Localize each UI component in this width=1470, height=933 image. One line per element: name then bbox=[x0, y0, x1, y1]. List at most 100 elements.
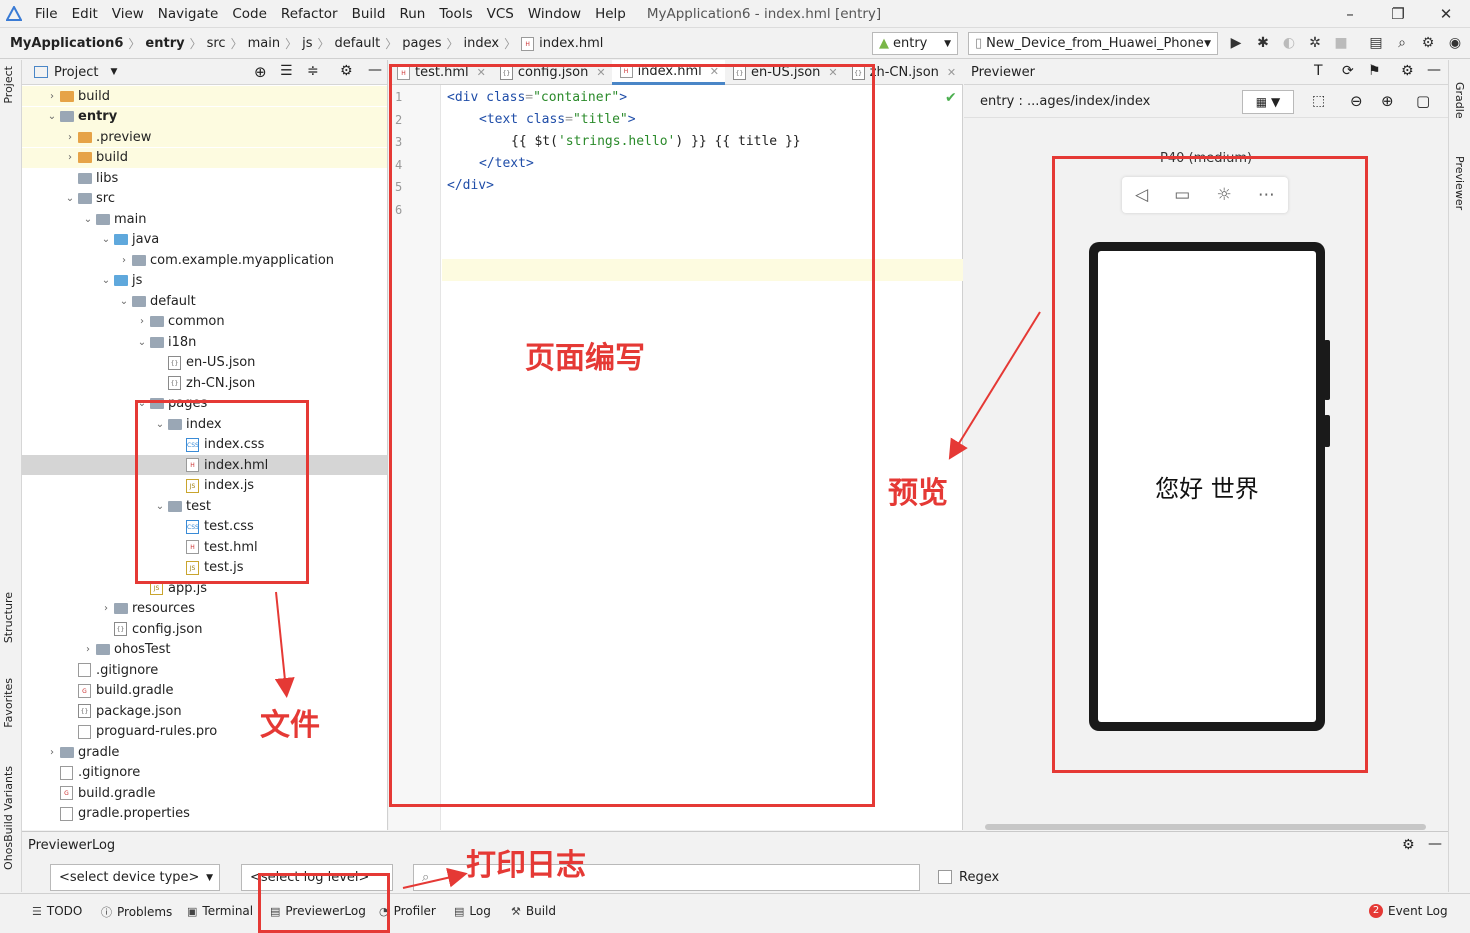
hide-icon[interactable]: — bbox=[1427, 62, 1441, 78]
chevron-icon[interactable]: ⌄ bbox=[44, 111, 60, 122]
tree-item[interactable]: {} zh-CN.json bbox=[22, 373, 387, 393]
tab-favorites[interactable]: Favorites bbox=[2, 678, 15, 728]
menu-refactor[interactable]: Refactor bbox=[274, 0, 345, 28]
run-config-combo[interactable]: ▲ entry ▼ bbox=[872, 32, 958, 55]
status-terminal[interactable]: ▣ Terminal bbox=[187, 904, 253, 918]
breadcrumb-project[interactable]: MyApplication6 bbox=[10, 36, 123, 51]
tree-item[interactable]: ⌄ src bbox=[22, 189, 387, 209]
tree-item[interactable]: › com.example.myapplication bbox=[22, 250, 387, 270]
tab-ohos-build-variants[interactable]: OhosBuild Variants bbox=[2, 766, 15, 870]
breadcrumb-pages[interactable]: pages bbox=[402, 36, 441, 51]
maximize-button[interactable]: ❐ bbox=[1374, 0, 1422, 28]
tree-item[interactable]: › .preview bbox=[22, 127, 387, 147]
menu-window[interactable]: Window bbox=[521, 0, 588, 28]
tree-item[interactable]: ⌄ i18n bbox=[22, 332, 387, 352]
collapse-all-icon[interactable]: ≑ bbox=[307, 63, 319, 79]
tree-item[interactable]: ⌄ default bbox=[22, 291, 387, 311]
tree-item[interactable]: › common bbox=[22, 312, 387, 332]
tree-item[interactable]: .gitignore bbox=[22, 660, 387, 680]
run-icon[interactable]: ▶ bbox=[1227, 34, 1245, 52]
chevron-icon[interactable]: › bbox=[44, 91, 60, 102]
tree-item[interactable]: ⌄ main bbox=[22, 209, 387, 229]
tree-item[interactable]: .gitignore bbox=[22, 763, 387, 783]
chevron-icon[interactable]: › bbox=[98, 603, 114, 614]
chevron-icon[interactable]: ⌄ bbox=[134, 337, 150, 348]
breadcrumb-js[interactable]: js bbox=[302, 36, 312, 51]
chevron-icon[interactable]: ⌄ bbox=[62, 193, 78, 204]
debug-icon[interactable]: ✱ bbox=[1254, 34, 1272, 52]
font-size-icon[interactable]: T bbox=[1314, 63, 1323, 79]
zoom-out-icon[interactable]: ⊖ bbox=[1350, 92, 1363, 110]
locate-icon[interactable]: ⊕ bbox=[254, 63, 267, 81]
rotate-icon[interactable]: ⬚ bbox=[1312, 93, 1325, 109]
tree-item[interactable]: ⌄ entry bbox=[22, 106, 387, 127]
status-problems[interactable]: ⓘ Problems bbox=[101, 904, 172, 920]
expand-all-icon[interactable]: ☰ bbox=[280, 63, 293, 79]
layout-toggle-button[interactable]: ▦ ▼ bbox=[1242, 90, 1294, 114]
tree-item[interactable]: › gradle bbox=[22, 742, 387, 762]
status-log[interactable]: ▤ Log bbox=[454, 904, 491, 918]
project-structure-icon[interactable]: ▤ bbox=[1367, 34, 1385, 52]
hide-icon[interactable]: — bbox=[368, 62, 382, 78]
menu-help[interactable]: Help bbox=[588, 0, 633, 28]
chevron-down-icon[interactable]: ▼ bbox=[110, 67, 117, 77]
device-type-select[interactable]: <select device type> ▼ bbox=[50, 864, 220, 891]
tree-item[interactable]: › resources bbox=[22, 599, 387, 619]
close-tab-icon[interactable]: ✕ bbox=[947, 66, 956, 79]
tree-item[interactable]: Gbuild.gradle bbox=[22, 681, 387, 701]
breadcrumb-index[interactable]: index bbox=[464, 36, 500, 51]
tree-item[interactable]: proguard-rules.pro bbox=[22, 722, 387, 742]
tree-item[interactable]: {} en-US.json bbox=[22, 353, 387, 373]
menu-view[interactable]: View bbox=[105, 0, 151, 28]
tree-item[interactable]: › build bbox=[22, 86, 387, 106]
status-event-log[interactable]: 2 Event Log bbox=[1369, 904, 1448, 918]
minimize-button[interactable]: – bbox=[1326, 0, 1374, 28]
previewer-scrollbar[interactable] bbox=[985, 824, 1426, 830]
chevron-icon[interactable]: › bbox=[116, 255, 132, 266]
tree-item[interactable]: libs bbox=[22, 168, 387, 188]
chevron-icon[interactable]: › bbox=[62, 132, 78, 143]
gear-icon[interactable]: ⚙ bbox=[340, 63, 353, 79]
attach-debugger-icon[interactable]: ✲ bbox=[1306, 34, 1324, 52]
menu-edit[interactable]: Edit bbox=[65, 0, 105, 28]
chevron-icon[interactable]: › bbox=[44, 747, 60, 758]
menu-file[interactable]: File bbox=[28, 0, 65, 28]
tree-item[interactable]: Gbuild.gradle bbox=[22, 783, 387, 803]
tab-previewer[interactable]: Previewer bbox=[1453, 156, 1466, 210]
chevron-icon[interactable]: ⌄ bbox=[80, 214, 96, 225]
menu-build[interactable]: Build bbox=[345, 0, 393, 28]
chevron-icon[interactable]: ⌄ bbox=[98, 234, 114, 245]
regex-checkbox[interactable] bbox=[938, 870, 952, 884]
zoom-in-icon[interactable]: ⊕ bbox=[1381, 92, 1394, 110]
refresh-icon[interactable]: ⟳ bbox=[1342, 63, 1354, 79]
breadcrumb-file[interactable]: index.hml bbox=[539, 36, 603, 51]
chevron-icon[interactable]: ⌄ bbox=[98, 275, 114, 286]
status-build[interactable]: ⚒ Build bbox=[511, 904, 556, 918]
account-icon[interactable]: ◉ bbox=[1446, 34, 1464, 52]
chevron-icon[interactable]: ⌄ bbox=[116, 296, 132, 307]
stop-icon[interactable]: ■ bbox=[1332, 34, 1350, 52]
fit-screen-icon[interactable]: ▢ bbox=[1416, 92, 1430, 110]
search-icon[interactable]: ⌕ bbox=[1393, 34, 1411, 52]
device-combo[interactable]: ▯ New_Device_from_Huawei_Phone ▼ bbox=[968, 32, 1218, 55]
hide-icon[interactable]: — bbox=[1428, 836, 1442, 852]
gear-icon[interactable]: ⚙ bbox=[1401, 63, 1414, 79]
tree-item[interactable]: {} config.json bbox=[22, 619, 387, 639]
breadcrumb-main[interactable]: main bbox=[248, 36, 280, 51]
tree-item[interactable]: {} package.json bbox=[22, 701, 387, 721]
coverage-icon[interactable]: ◐ bbox=[1280, 34, 1298, 52]
project-panel-title[interactable]: Project bbox=[54, 65, 98, 80]
breadcrumb-src[interactable]: src bbox=[207, 36, 226, 51]
breadcrumb-entry[interactable]: entry bbox=[145, 36, 184, 51]
chevron-icon[interactable]: › bbox=[134, 316, 150, 327]
breadcrumb-default[interactable]: default bbox=[335, 36, 381, 51]
menu-tools[interactable]: Tools bbox=[432, 0, 479, 28]
tab-project[interactable]: Project bbox=[2, 66, 15, 104]
tab-gradle[interactable]: Gradle bbox=[1453, 82, 1466, 119]
menu-vcs[interactable]: VCS bbox=[480, 0, 521, 28]
tree-item[interactable]: gradle.properties bbox=[22, 804, 387, 824]
inspector-icon[interactable]: ⚑ bbox=[1368, 63, 1381, 79]
chevron-icon[interactable]: › bbox=[80, 644, 96, 655]
tree-item[interactable]: ⌄ java bbox=[22, 230, 387, 250]
gear-icon[interactable]: ⚙ bbox=[1402, 837, 1415, 853]
